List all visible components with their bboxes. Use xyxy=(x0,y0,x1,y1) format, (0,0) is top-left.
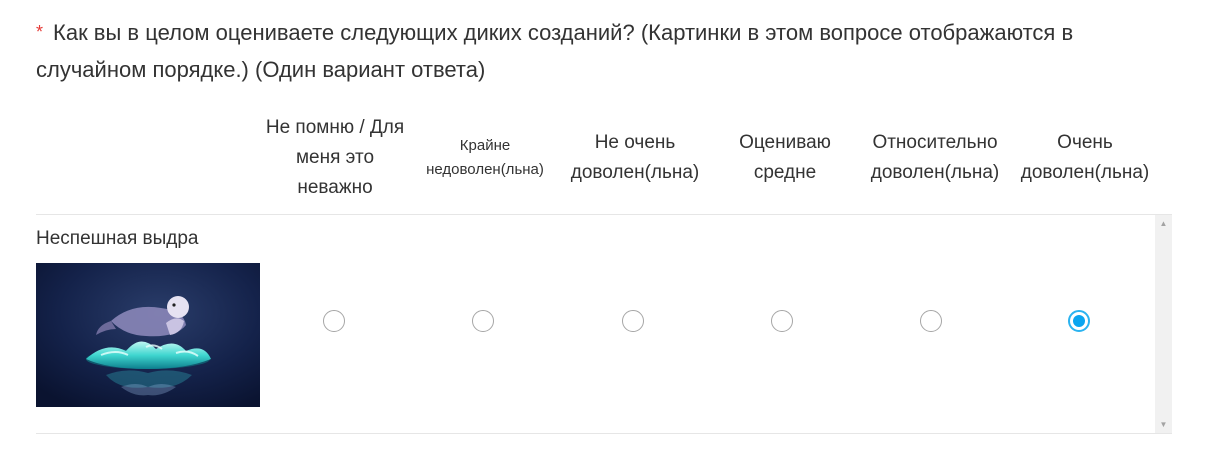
column-header-very-dissatisfied: Крайне недоволен(льна) xyxy=(426,137,544,178)
rating-radio-very-dissatisfied[interactable] xyxy=(472,310,494,332)
otter-image xyxy=(36,263,260,407)
matrix-top-divider xyxy=(36,214,1172,215)
matrix-header: Не помню / Для меня это неважно Крайне н… xyxy=(260,108,1170,208)
column-header-no-opinion: Не помню / Для меня это неважно xyxy=(265,117,405,198)
row-label: Неспешная выдра xyxy=(36,228,199,249)
required-marker: * xyxy=(36,22,44,42)
question-hint: (Один вариант ответа) xyxy=(255,57,486,82)
matrix-bottom-divider xyxy=(36,433,1172,434)
rating-radio-fairly-satisfied[interactable] xyxy=(920,310,942,332)
column-header-not-very-satisfied: Не очень доволен(льна) xyxy=(570,132,700,183)
question-title: * Как вы в целом оцениваете следующих дик… xyxy=(36,14,1186,88)
scroll-up-arrow-icon[interactable]: ▲ xyxy=(1155,215,1172,232)
column-header-very-satisfied: Очень доволен(льна) xyxy=(1020,132,1150,183)
rating-radio-neutral[interactable] xyxy=(771,310,793,332)
question-text: Как вы в целом оцениваете следующих дики… xyxy=(36,20,1074,82)
scroll-down-arrow-icon[interactable]: ▼ xyxy=(1155,416,1172,433)
column-header-fairly-satisfied: Относительно доволен(льна) xyxy=(870,132,1000,183)
matrix-scrollbar[interactable]: ▲ ▼ xyxy=(1155,215,1172,433)
column-header-neutral: Оцениваю средне xyxy=(739,132,831,183)
rating-radio-not-very-satisfied[interactable] xyxy=(622,310,644,332)
rating-radio-very-satisfied[interactable] xyxy=(1068,310,1090,332)
rating-radio-no-opinion[interactable] xyxy=(323,310,345,332)
